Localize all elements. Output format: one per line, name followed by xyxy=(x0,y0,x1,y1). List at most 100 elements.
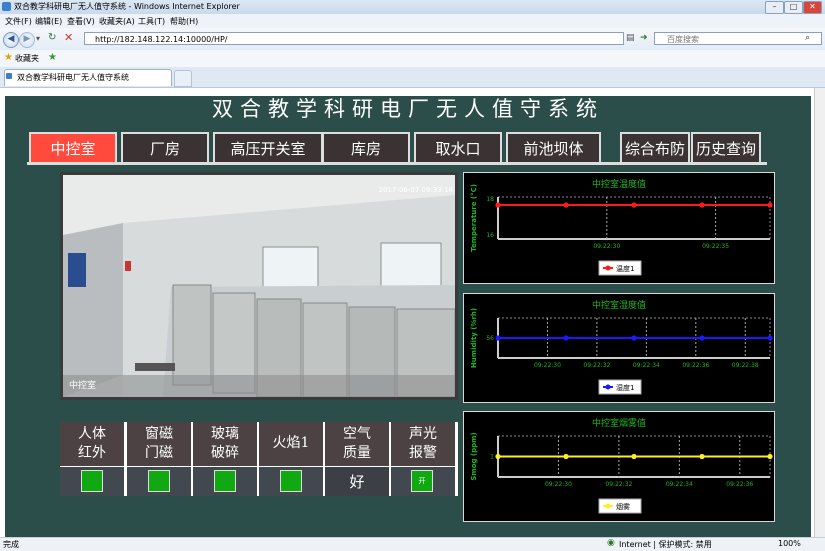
new-tab-button[interactable] xyxy=(174,70,192,87)
status-bar: 完成 ◉ Internet | 保护模式: 禁用 100% xyxy=(0,537,825,551)
chart-svg: 中控室湿度值 Humidity (%rh) 09:22:30 09:22:32 09:2… xyxy=(470,299,773,395)
humidity-chart: 中控室湿度值 Humidity (%rh) 09:22:30 09:22:32 09:2… xyxy=(463,293,775,403)
temperature-chart: 中控室温度值 Temperature (°C) 09:22:30 09:22:35 18… xyxy=(463,172,775,284)
favorites-star-icon[interactable]: ★ xyxy=(4,52,13,63)
forward-icon[interactable]: ▶ xyxy=(19,32,35,48)
chart-ylabel: Humidity (%rh) xyxy=(470,308,478,368)
sensor-header-5: 声光 报警 xyxy=(391,422,455,466)
tab-history-query[interactable]: 历史查询 xyxy=(691,132,761,164)
sensor-header-0: 人体 红外 xyxy=(60,422,124,466)
chart-x-tick: 09:22:30 xyxy=(593,243,620,250)
dropdown-icon[interactable]: ▾ xyxy=(36,34,40,43)
zoom-level[interactable]: 100% xyxy=(778,539,801,548)
sensor-header-line1: 空气 xyxy=(343,426,371,442)
camera-scene xyxy=(63,175,455,397)
tab-forebay-dam[interactable]: 前池坝体 xyxy=(506,132,601,164)
sensor-header-line1: 窗磁 xyxy=(145,426,173,442)
chart-point xyxy=(563,202,569,208)
status-text: 完成 xyxy=(3,540,19,549)
chart-ylabel: Smog (ppm) xyxy=(470,432,478,480)
chart-x-tick: 09:22:36 xyxy=(682,362,709,369)
sensor-header-line2: 门磁 xyxy=(145,445,173,461)
chart-point xyxy=(495,335,501,341)
chart-point xyxy=(631,202,637,208)
sensor-status-indicator xyxy=(81,470,103,492)
sensor-status-indicator xyxy=(214,470,236,492)
search-icon[interactable]: ⌕ xyxy=(805,33,810,43)
go-icon[interactable]: ➜ xyxy=(640,33,648,43)
camera-timestamp: 2017-06-07 09:33:14 xyxy=(378,186,453,194)
back-icon[interactable]: ◀ xyxy=(3,32,19,48)
close-button[interactable]: ✕ xyxy=(803,1,822,14)
sensor-header-line1: 声光 xyxy=(409,426,437,442)
maximize-button[interactable]: □ xyxy=(784,1,803,14)
menu-favorites[interactable]: 收藏夹(A) xyxy=(99,16,135,27)
tab-hv-switch-room[interactable]: 高压开关室 xyxy=(213,132,323,164)
window-titlebar: 双合教学科研电厂无人值守系统 - Windows Internet Explor… xyxy=(0,0,825,15)
sensor-status-cell-0 xyxy=(60,467,124,496)
tab-powerhouse[interactable]: 厂房 xyxy=(121,132,209,164)
menu-tools[interactable]: 工具(T) xyxy=(138,16,165,27)
menu-file[interactable]: 文件(F) xyxy=(5,16,32,27)
chart-y-tick: 16 xyxy=(486,232,494,239)
security-zone-text: Internet | 保护模式: 禁用 xyxy=(619,540,712,549)
chart-point xyxy=(699,202,705,208)
sensor-status-cell-2 xyxy=(193,467,257,496)
chart-legend-marker xyxy=(605,265,611,271)
smog-chart: 中控室烟雾值 Smog (ppm) 09:22:30 09:22:32 09:22:34… xyxy=(463,411,775,522)
chart-point xyxy=(495,202,501,208)
monitor-panel: 双合教学科研电厂无人值守系统 中控室 厂房 高压开关室 库房 取水口 前池坝体 … xyxy=(5,96,811,537)
chart-title: 中控室湿度值 xyxy=(592,299,646,311)
sensor-header-line2: 破碎 xyxy=(211,445,239,461)
sensor-status-indicator xyxy=(280,470,302,492)
sensor-status-cell-3 xyxy=(259,467,323,496)
menu-view[interactable]: 查看(V) xyxy=(67,16,95,27)
favorites-label[interactable]: 收藏夹 xyxy=(15,53,39,64)
tab-warehouse[interactable]: 库房 xyxy=(322,132,410,164)
chart-point xyxy=(767,202,773,208)
sensor-header-line1: 人体 xyxy=(78,426,106,442)
browser-tab[interactable]: 双合教学科研电厂无人值守系统 xyxy=(4,69,172,86)
search-input[interactable]: 百度搜索 xyxy=(654,32,822,45)
tab-integrated-defense[interactable]: 综合布防 xyxy=(620,132,690,164)
chart-point xyxy=(631,335,637,341)
chart-legend-label: 温度1 xyxy=(616,264,634,273)
sensor-header-line1: 火焰1 xyxy=(272,435,310,451)
sensor-header-3: 火焰1 xyxy=(259,422,323,466)
refresh-icon[interactable]: ↻ xyxy=(48,32,56,43)
add-favorite-icon[interactable]: ★ xyxy=(48,52,57,63)
chart-ylabel: Temperature (°C) xyxy=(470,184,478,252)
alarm-toggle-button[interactable]: 开 xyxy=(411,470,433,492)
camera-feed[interactable]: 2017-06-07 09:33:14 中控室 xyxy=(60,172,458,400)
chart-point xyxy=(699,453,705,460)
tab-water-intake[interactable]: 取水口 xyxy=(414,132,502,164)
menu-edit[interactable]: 编辑(E) xyxy=(35,16,62,27)
window-title: 双合教学科研电厂无人值守系统 - Windows Internet Explor… xyxy=(14,2,240,11)
chart-title: 中控室烟雾值 xyxy=(592,417,646,429)
sensor-header-4: 空气 质量 xyxy=(325,422,389,466)
sensor-header-line2: 质量 xyxy=(343,445,371,461)
chart-x-tick: 09:22:30 xyxy=(545,481,572,488)
menu-help[interactable]: 帮助(H) xyxy=(170,16,198,27)
air-quality-value: 好 xyxy=(349,473,365,491)
tab-control-room[interactable]: 中控室 xyxy=(29,132,117,164)
tab-bar: 双合教学科研电厂无人值守系统 xyxy=(0,67,825,88)
chart-title: 中控室温度值 xyxy=(592,178,646,190)
chart-point xyxy=(767,453,773,460)
chart-x-tick: 09:22:35 xyxy=(702,243,729,250)
minimize-button[interactable]: – xyxy=(765,1,784,14)
system-title: 双合教学科研电厂无人值守系统 xyxy=(212,97,604,121)
sensor-status-cell-4: 好 xyxy=(325,467,389,496)
chart-svg: 中控室烟雾值 Smog (ppm) 09:22:30 09:22:32 09:22:34… xyxy=(470,417,773,514)
chart-y-tick: 18 xyxy=(486,196,494,203)
favorites-bar: ★ 收藏夹 ★ xyxy=(0,50,825,68)
sensor-status-table: 人体 红外 窗磁 门磁 玻璃 破碎 火焰1 空气 质量好声光 报警开 xyxy=(60,422,458,496)
internet-zone-icon: ◉ xyxy=(607,538,615,548)
compat-view-icon[interactable]: ▤ xyxy=(626,33,635,43)
stop-icon[interactable]: ✕ xyxy=(64,31,73,44)
chart-point xyxy=(563,335,569,341)
sensor-header-1: 窗磁 门磁 xyxy=(127,422,191,466)
page-scrollbar[interactable] xyxy=(814,88,825,537)
url-input[interactable]: http://182.148.122.14:10000/HP/ xyxy=(84,32,624,45)
tab-underline xyxy=(27,162,767,165)
